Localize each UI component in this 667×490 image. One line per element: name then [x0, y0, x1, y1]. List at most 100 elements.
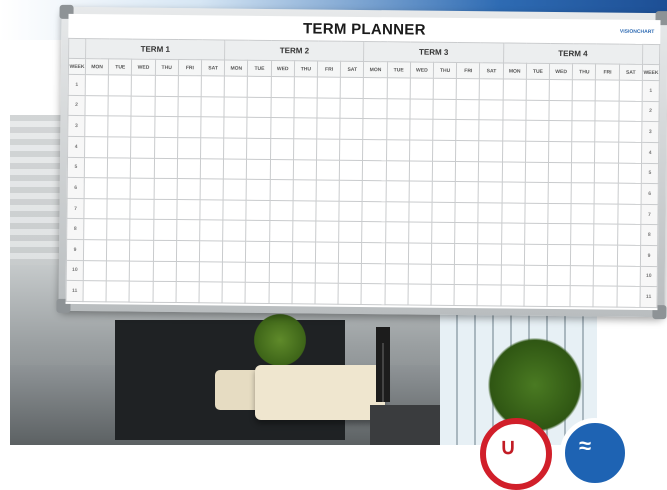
planner-cell	[246, 138, 271, 160]
planner-cell	[316, 159, 340, 181]
week-number: 8	[640, 224, 658, 246]
planner-cell	[525, 161, 549, 183]
day-header: SAT	[340, 61, 364, 78]
week-number: 4	[67, 136, 85, 158]
planner-cell	[131, 116, 155, 138]
planner-cell	[455, 140, 480, 162]
planner-cell	[84, 136, 108, 158]
planner-cell	[432, 160, 456, 182]
planner-cell	[291, 283, 316, 305]
day-header: MON	[85, 58, 109, 75]
planner-cell	[595, 79, 620, 101]
planner-cell	[524, 244, 548, 266]
planner-cell	[339, 139, 364, 160]
planner-cell	[407, 284, 432, 306]
planner-cell	[177, 158, 201, 179]
planner-cell	[270, 97, 295, 119]
planner-cell	[177, 96, 202, 118]
planner-cell	[84, 157, 108, 178]
planner-cell	[129, 240, 154, 261]
planner-cell	[176, 240, 200, 262]
week-number: 5	[67, 156, 85, 178]
planner-cell	[432, 119, 457, 141]
planner-cell	[268, 262, 293, 284]
planner-cell	[617, 183, 642, 205]
planner-cell	[549, 79, 573, 101]
planner-cell	[595, 100, 619, 122]
planner-cell	[269, 200, 293, 222]
planner-cell	[270, 138, 294, 160]
planner-cell	[547, 265, 571, 286]
planner-cell	[548, 182, 572, 204]
planner-cell	[617, 162, 642, 184]
planner-cell	[525, 99, 550, 121]
planner-cell	[106, 281, 130, 303]
planner-cell	[338, 262, 362, 284]
day-header: SAT	[619, 64, 643, 81]
planner-cell	[177, 137, 201, 159]
week-header-spacer	[68, 38, 86, 59]
planner-cell	[593, 286, 617, 308]
week-number: 8	[66, 218, 84, 240]
planner-cell	[293, 97, 318, 119]
planner-cell	[501, 161, 526, 183]
planner-cell	[293, 159, 317, 181]
planner-cell	[223, 137, 248, 159]
planner-cell	[246, 200, 270, 221]
brand-logo: VISIONCHART	[619, 28, 655, 36]
planner-cell	[549, 100, 573, 121]
planner-cell	[502, 140, 526, 162]
planner-cell	[617, 224, 641, 246]
planner-cell	[222, 261, 246, 283]
planner-cell	[361, 283, 385, 305]
planner-cell	[618, 80, 643, 102]
planner-cell	[431, 284, 455, 306]
planner-cell	[500, 264, 525, 286]
planner-cell	[292, 241, 316, 263]
planner-cell	[361, 263, 386, 284]
planner-cell	[618, 121, 642, 143]
day-header: MON	[224, 60, 248, 77]
planner-cell	[524, 182, 549, 204]
planner-cell	[315, 283, 339, 305]
planner-cell	[246, 179, 270, 201]
planner-cell	[501, 202, 525, 224]
planner-cell	[454, 284, 478, 306]
plant	[250, 310, 310, 370]
planner-cell	[618, 100, 643, 122]
planner-cell	[175, 281, 200, 303]
planner-cell	[548, 120, 573, 142]
planner-cell	[293, 138, 317, 160]
week-number: 10	[66, 260, 84, 281]
planner-cell	[339, 118, 364, 140]
planner-cell	[455, 181, 479, 203]
planner-cell	[362, 180, 386, 202]
planner-cell	[339, 159, 363, 181]
planner-cell	[107, 177, 131, 199]
planner-cell	[523, 285, 548, 307]
week-number: 9	[66, 239, 84, 261]
planner-cell	[83, 260, 107, 282]
day-header: WED	[549, 63, 573, 80]
magnet-icon: ∪	[500, 434, 517, 459]
planner-cell	[199, 240, 223, 262]
planner-cell	[129, 260, 154, 282]
planner-cell	[107, 157, 131, 179]
planner-cell	[454, 222, 479, 244]
planner-cell	[594, 224, 618, 246]
planner-cell	[176, 219, 200, 241]
planner-cell	[131, 75, 156, 96]
planner-cell	[524, 264, 548, 286]
planner-cell	[571, 203, 595, 225]
planner-cell	[384, 263, 409, 285]
planner-cell	[570, 285, 594, 307]
planner-cell	[154, 116, 178, 138]
planner-cell	[479, 99, 503, 121]
planner-cell	[269, 179, 294, 201]
planner-cell	[362, 139, 387, 161]
planner-cell	[408, 242, 432, 264]
planner-cell	[108, 95, 132, 117]
planner-cell	[200, 158, 224, 180]
planner-cell	[247, 76, 272, 98]
planner-cell	[222, 282, 246, 304]
